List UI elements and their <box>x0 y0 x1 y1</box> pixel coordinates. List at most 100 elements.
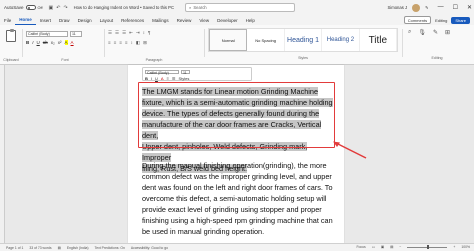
autosave-toggle[interactable] <box>25 5 36 10</box>
font-size-select[interactable]: 11 <box>70 31 82 37</box>
tab-developer[interactable]: Developer <box>213 15 242 25</box>
body-paragraph[interactable]: During the manual finishing operation(gr… <box>142 160 337 237</box>
decrease-indent-icon[interactable]: ⇤ <box>129 30 133 36</box>
find-icon[interactable]: ⌕ <box>408 29 411 36</box>
user-name[interactable]: Simonas J <box>388 5 408 10</box>
mini-underline-button[interactable]: U <box>155 76 158 81</box>
zoom-slider[interactable] <box>407 245 448 249</box>
style-sample: No Spacing <box>255 37 276 43</box>
style-no-spacing[interactable]: No Spacing <box>247 29 285 51</box>
increase-indent-icon[interactable]: ⇥ <box>136 30 140 36</box>
save-icon[interactable]: ▣ <box>49 5 54 11</box>
strikethrough-button[interactable]: ab <box>43 40 48 45</box>
style-normal[interactable]: Normal <box>209 29 248 51</box>
zoom-level[interactable]: 100% <box>461 245 470 249</box>
minimize-button[interactable]: — <box>438 4 444 11</box>
maximize-button[interactable]: ☐ <box>453 4 458 11</box>
paragraph-group: ☰ ☰ ☰ ⇤ ⇥ ↕ ¶ ≡ ≡ ≡ ≡ ↕ ◧ ⊞ Paragraph <box>104 27 204 62</box>
text-predictions[interactable]: Text Predictions: On <box>95 246 125 250</box>
highlight-button[interactable]: A <box>64 40 68 45</box>
tab-review[interactable]: Review <box>173 15 196 25</box>
bullets-icon[interactable]: ☰ <box>108 30 112 36</box>
pen-icon[interactable]: ✎ <box>425 5 429 10</box>
line-spacing-icon[interactable]: ↕ <box>131 40 133 46</box>
mini-font-select[interactable]: Calibri (Body) <box>145 69 179 74</box>
ribbon: Clipboard Calibri (Body) 11 B I U ab x₂ … <box>0 25 474 65</box>
mini-bold-button[interactable]: B <box>145 76 148 81</box>
style-heading-1[interactable]: Heading 1 <box>285 29 323 51</box>
tab-mailings[interactable]: Mailings <box>148 15 173 25</box>
annotation-highlight-box <box>138 82 335 148</box>
tab-layout[interactable]: Layout <box>96 15 118 25</box>
read-mode-icon[interactable]: ▭ <box>372 245 375 249</box>
ribbon-tabs: File Home Insert Draw Design Layout Refe… <box>0 15 474 25</box>
show-marks-icon[interactable]: ¶ <box>148 30 150 36</box>
editing-mode-button[interactable]: Editing <box>435 18 447 23</box>
close-button[interactable]: ✕ <box>467 4 472 11</box>
search-input[interactable]: ⌕ Search <box>185 3 295 12</box>
mini-size-select[interactable]: 11 <box>181 69 190 74</box>
bold-button[interactable]: B <box>26 40 29 45</box>
menu-right: Comments Editing Share <box>403 16 470 24</box>
underline-button[interactable]: U <box>37 40 40 45</box>
align-right-icon[interactable]: ≡ <box>119 40 122 46</box>
avatar[interactable] <box>412 3 421 12</box>
tab-design[interactable]: Design <box>74 15 96 25</box>
style-title[interactable]: Title <box>360 29 398 51</box>
style-sample: Normal <box>221 37 235 43</box>
tab-help[interactable]: Help <box>242 15 259 25</box>
accessibility-status[interactable]: Accessibility: Good to go <box>131 246 168 250</box>
comments-button[interactable]: Comments <box>403 16 432 24</box>
document-title: How to do Hanging Indent on Word • Saved… <box>73 5 174 10</box>
italic-button[interactable]: I <box>32 40 33 45</box>
format-buttons: B I U ab x₂ x² A A <box>26 40 74 45</box>
subscript-button[interactable]: x₂ <box>51 40 55 45</box>
autosave-state: Off <box>37 5 43 10</box>
justify-icon[interactable]: ≡ <box>125 40 128 46</box>
ribbon-divider <box>204 29 205 57</box>
redo-icon[interactable]: ↷ <box>63 5 67 11</box>
mini-font-color-button[interactable]: A <box>161 76 164 81</box>
language-indicator[interactable]: English (India) <box>67 246 89 250</box>
paragraph-group-label: Paragraph <box>145 58 163 62</box>
mini-styles-button[interactable]: Styles <box>179 76 190 81</box>
proofing-icon[interactable]: ▤ <box>58 246 61 250</box>
web-layout-icon[interactable]: ▤ <box>390 245 393 249</box>
undo-icon[interactable]: ↶ <box>56 5 60 11</box>
multilevel-list-icon[interactable]: ☰ <box>122 30 126 36</box>
numbering-icon[interactable]: ☰ <box>115 30 119 36</box>
page-count[interactable]: Page 1 of 1 <box>6 246 23 250</box>
focus-button[interactable]: Focus <box>356 245 365 249</box>
editor-icon[interactable]: ✎ <box>433 29 438 36</box>
add-ins-icon[interactable]: ⊞ <box>445 29 450 36</box>
tab-draw[interactable]: Draw <box>55 15 74 25</box>
shading-icon[interactable]: ◧ <box>136 40 140 46</box>
tab-references[interactable]: References <box>117 15 148 25</box>
sort-icon[interactable]: ↕ <box>143 30 145 36</box>
align-left-icon[interactable]: ≡ <box>108 40 111 46</box>
autosave-control[interactable]: AutoSave Off <box>4 5 43 10</box>
search-icon: ⌕ <box>189 5 192 10</box>
title-bar: AutoSave Off ▣ ↶ ↷ How to do Hanging Ind… <box>0 0 474 15</box>
status-bar: Page 1 of 1 33 of 73 words ▤ English (In… <box>0 243 474 251</box>
zoom-in-icon[interactable]: + <box>453 245 455 249</box>
font-color-button[interactable]: A <box>71 40 74 45</box>
mini-italic-button[interactable]: I <box>151 76 152 81</box>
font-name-select[interactable]: Calibri (Body) <box>26 31 68 37</box>
tab-file[interactable]: File <box>0 15 15 25</box>
tab-home[interactable]: Home <box>15 15 36 25</box>
tab-view[interactable]: View <box>195 15 213 25</box>
word-count[interactable]: 33 of 73 words <box>29 246 51 250</box>
share-button[interactable]: Share <box>451 16 470 24</box>
mini-bullets-button[interactable]: ≡ <box>167 76 169 81</box>
mini-numbering-button[interactable]: ☰ <box>172 76 176 81</box>
style-heading-2[interactable]: Heading 2 <box>322 29 360 51</box>
autosave-label: AutoSave <box>4 5 24 10</box>
superscript-button[interactable]: x² <box>58 40 62 45</box>
zoom-out-icon[interactable]: − <box>399 245 401 249</box>
align-center-icon[interactable]: ≡ <box>114 40 117 46</box>
print-layout-icon[interactable]: ▣ <box>381 245 384 249</box>
dictate-icon[interactable]: 🎙 <box>418 29 426 36</box>
borders-icon[interactable]: ⊞ <box>143 40 147 46</box>
tab-insert[interactable]: Insert <box>36 15 55 25</box>
